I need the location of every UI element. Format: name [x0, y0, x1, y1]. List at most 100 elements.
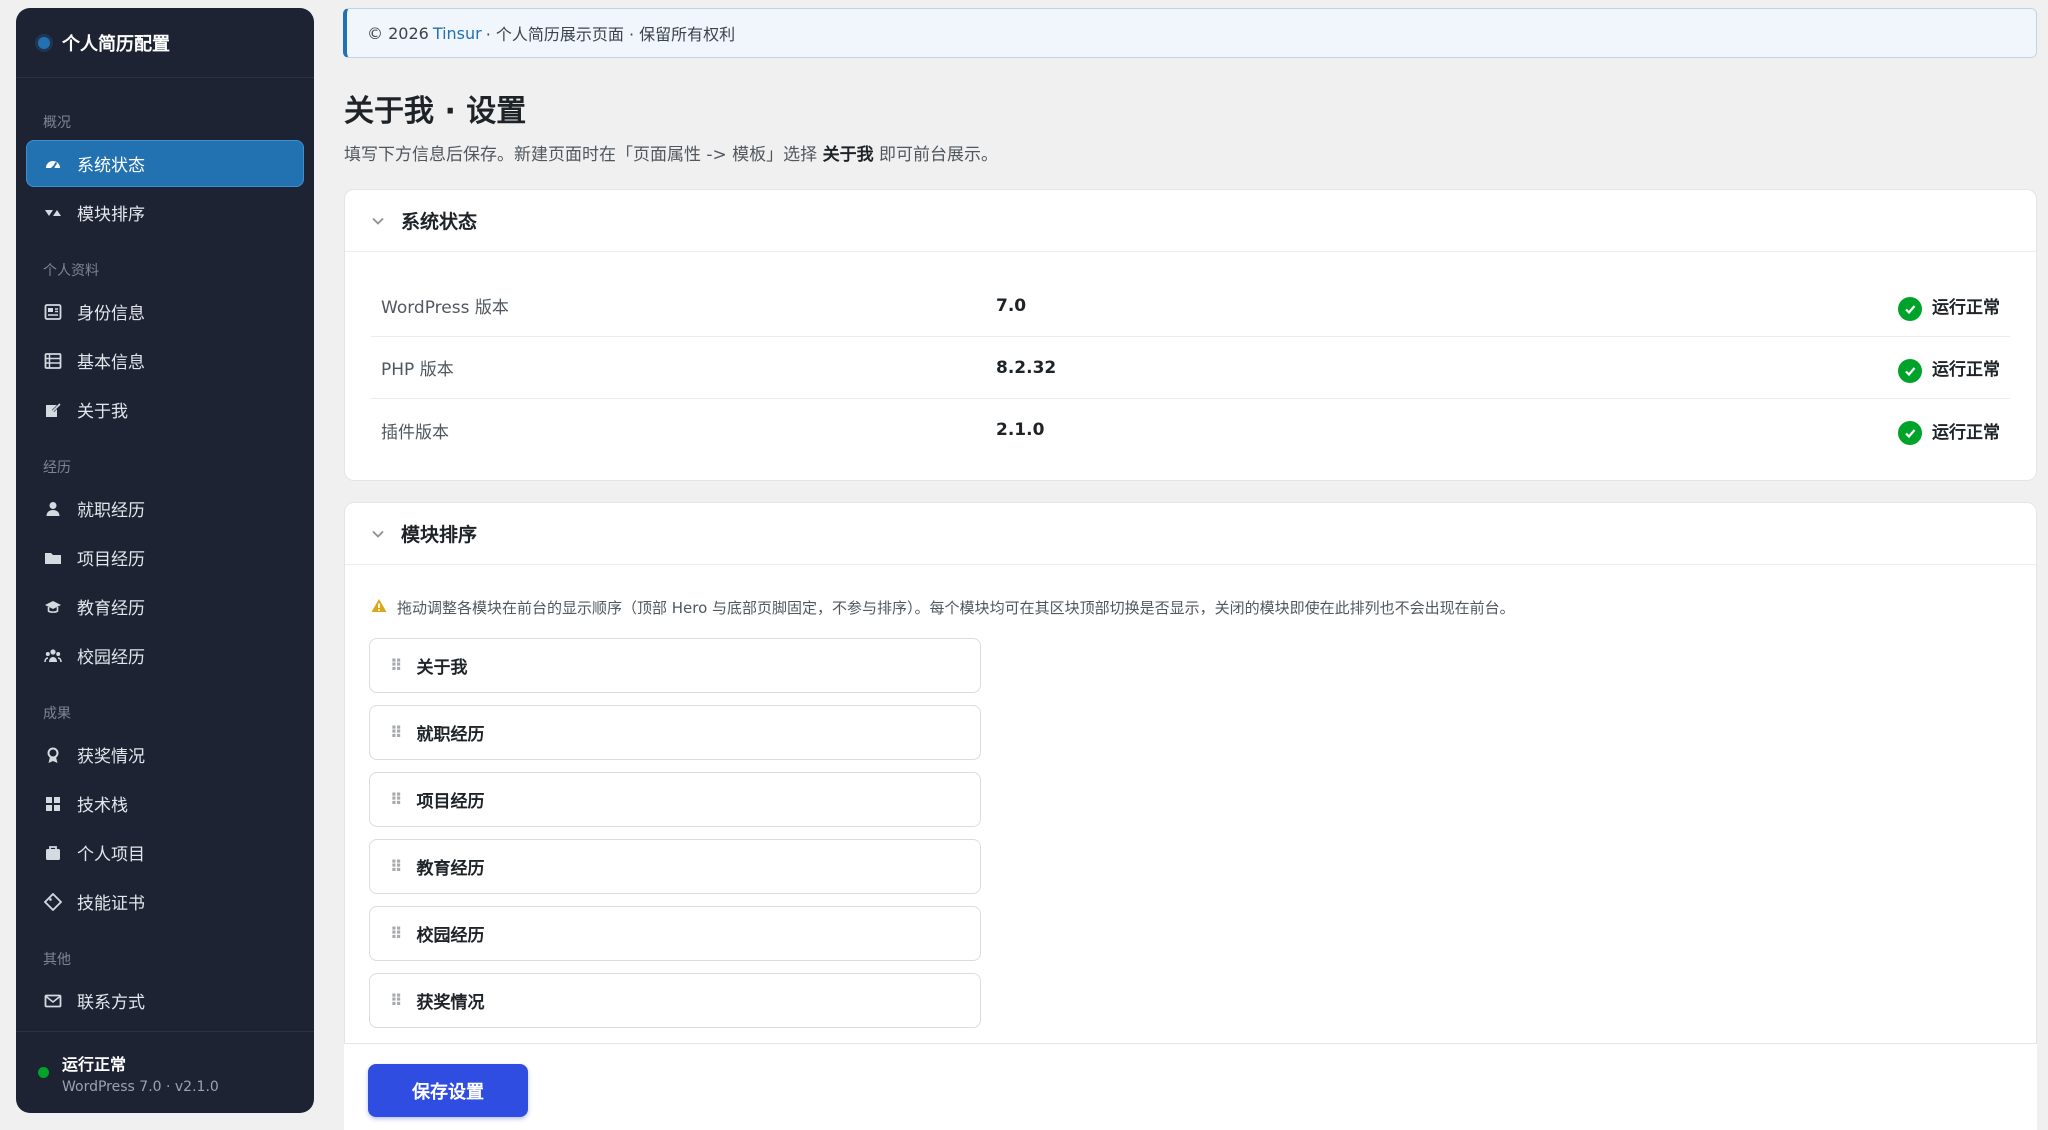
- sidebar-item-label: 基本信息: [77, 353, 145, 373]
- footer-version: WordPress 7.0 · v2.1.0: [62, 1078, 219, 1095]
- status-value: 7.0: [996, 295, 1027, 316]
- sidebar-item-awards[interactable]: 获奖情况: [26, 731, 304, 778]
- drag-handle-icon[interactable]: ⠿: [390, 857, 402, 876]
- module-label: 校园经历: [416, 926, 485, 946]
- sidebar-item-work[interactable]: 就职经历: [26, 485, 304, 532]
- sidebar-item-identity[interactable]: 身份信息: [26, 288, 304, 335]
- sidebar-item-label: 获奖情况: [77, 747, 145, 767]
- sortable-module[interactable]: ⠿ 关于我: [369, 638, 981, 693]
- status-label: PHP 版本: [381, 360, 454, 380]
- drag-handle-icon[interactable]: ⠿: [390, 924, 402, 943]
- order-note-text: 拖动调整各模块在前台的显示顺序（顶部 Hero 与底部页脚固定，不参与排序）。每…: [397, 599, 1515, 617]
- sidebar-group-overview: 概况: [43, 115, 71, 131]
- notice-prefix: © 2026: [367, 23, 429, 43]
- id-card-icon: [43, 302, 63, 322]
- award-icon: [43, 745, 63, 765]
- mail-icon: [43, 991, 63, 1011]
- status-value: 2.1.0: [996, 420, 1045, 440]
- module-label: 项目经历: [416, 792, 485, 812]
- drag-handle-icon[interactable]: ⠿: [390, 656, 402, 675]
- sidebar-footer: 运行正常 WordPress 7.0 · v2.1.0: [16, 1031, 314, 1113]
- sidebar-item-personal-projects[interactable]: 个人项目: [26, 829, 304, 876]
- page-description: 填写下方信息后保存。新建页面时在「页面属性 -> 模板」选择 关于我 即可前台展…: [344, 140, 998, 165]
- folder-icon: [43, 548, 63, 568]
- sidebar-group-achievements: 成果: [43, 706, 71, 722]
- drag-handle-icon[interactable]: ⠿: [390, 991, 402, 1010]
- status-badge: 运行正常: [1898, 415, 2010, 445]
- sidebar-item-module-order[interactable]: 模块排序: [26, 189, 304, 236]
- sidebar-item-label: 教育经历: [77, 599, 145, 619]
- sidebar-item-basic-info[interactable]: 基本信息: [26, 337, 304, 384]
- save-bar: 保存设置: [344, 1043, 2037, 1130]
- status-label: WordPress 版本: [381, 298, 509, 318]
- card-title: 模块排序: [401, 524, 478, 546]
- user-icon: [43, 499, 63, 519]
- sidebar-item-projects[interactable]: 项目经历: [26, 534, 304, 581]
- chevron-down-icon[interactable]: [371, 214, 385, 228]
- certificate-icon: [43, 892, 63, 912]
- sidebar-group-experience: 经历: [43, 460, 71, 476]
- chevron-down-icon[interactable]: [371, 527, 385, 541]
- sidebar-item-campus[interactable]: 校园经历: [26, 632, 304, 679]
- check-circle-icon: [1898, 421, 1922, 445]
- check-circle-icon: [1898, 296, 1922, 321]
- sidebar-item-education[interactable]: 教育经历: [26, 583, 304, 630]
- dashboard-icon: [43, 154, 63, 174]
- sidebar-item-label: 个人项目: [77, 845, 145, 865]
- desc-text: 填写下方信息后保存。新建页面时在「页面属性 -> 模板」选择: [344, 145, 818, 165]
- grid-icon: [43, 794, 63, 814]
- status-row: PHP 版本 8.2.32 运行正常: [371, 337, 2010, 399]
- status-label: 插件版本: [381, 422, 449, 443]
- status-text: 运行正常: [1932, 298, 2000, 318]
- sidebar-item-contact[interactable]: 联系方式: [26, 977, 304, 1024]
- module-order-card: 模块排序 拖动调整各模块在前台的显示顺序（顶部 Hero 与底部页脚固定，不参与…: [344, 502, 2037, 1130]
- drag-handle-icon[interactable]: ⠿: [390, 790, 402, 809]
- sidebar-header: 个人简历配置: [16, 8, 314, 78]
- page-title: 关于我 · 设置: [344, 94, 527, 129]
- list-icon: [43, 351, 63, 371]
- order-note: 拖动调整各模块在前台的显示顺序（顶部 Hero 与底部页脚固定，不参与排序）。每…: [371, 597, 1515, 618]
- module-label: 教育经历: [416, 859, 485, 879]
- group-icon: [43, 646, 63, 666]
- sortable-module[interactable]: ⠿ 校园经历: [369, 906, 981, 961]
- sidebar-footer-text: 运行正常 WordPress 7.0 · v2.1.0: [62, 1051, 219, 1095]
- sidebar-item-label: 就职经历: [77, 501, 145, 521]
- sidebar-item-about-me[interactable]: 关于我: [26, 386, 304, 433]
- desc-template-name: 关于我: [822, 145, 874, 165]
- module-label: 就职经历: [416, 725, 485, 745]
- sidebar-item-label: 关于我: [77, 402, 128, 422]
- sidebar-item-label: 技能证书: [77, 894, 145, 914]
- system-status-header[interactable]: 系统状态: [345, 190, 2036, 252]
- card-title: 系统状态: [401, 211, 478, 233]
- check-circle-icon: [1898, 358, 1922, 383]
- sidebar-group-other: 其他: [43, 952, 71, 968]
- sidebar-item-label: 系统状态: [77, 156, 145, 176]
- module-order-header[interactable]: 模块排序: [345, 503, 2036, 565]
- status-text: 运行正常: [1932, 422, 2000, 443]
- sidebar-item-system-status[interactable]: 系统状态: [26, 140, 304, 187]
- sidebar-item-label: 模块排序: [77, 205, 145, 225]
- sortable-module[interactable]: ⠿ 教育经历: [369, 839, 981, 894]
- save-button[interactable]: 保存设置: [368, 1064, 528, 1117]
- notice-suffix: · 个人简历展示页面 · 保留所有权利: [485, 25, 736, 44]
- brand-dot: [38, 36, 50, 49]
- sidebar-item-certificates[interactable]: 技能证书: [26, 878, 304, 925]
- notice-link[interactable]: Tinsur: [433, 24, 482, 43]
- drag-handle-icon[interactable]: ⠿: [390, 723, 402, 742]
- sortable-module[interactable]: ⠿ 项目经历: [369, 772, 981, 827]
- sidebar-item-label: 联系方式: [77, 993, 145, 1013]
- sortable-module[interactable]: ⠿ 就职经历: [369, 705, 981, 760]
- sidebar-item-label: 技术栈: [77, 796, 128, 816]
- sidebar-item-label: 身份信息: [77, 304, 145, 324]
- module-label: 关于我: [416, 658, 468, 678]
- edit-icon: [43, 400, 63, 420]
- sortable-module[interactable]: ⠿ 获奖情况: [369, 973, 981, 1028]
- briefcase-icon: [43, 843, 63, 863]
- footer-status: 运行正常: [62, 1054, 127, 1074]
- sidebar-item-label: 校园经历: [77, 648, 145, 668]
- status-row: 插件版本 2.1.0 运行正常: [371, 399, 2010, 461]
- graduation-cap-icon: [43, 597, 63, 617]
- sidebar-item-tech-stack[interactable]: 技术栈: [26, 780, 304, 827]
- status-badge: 运行正常: [1898, 291, 2010, 321]
- sidebar-item-label: 项目经历: [77, 550, 145, 570]
